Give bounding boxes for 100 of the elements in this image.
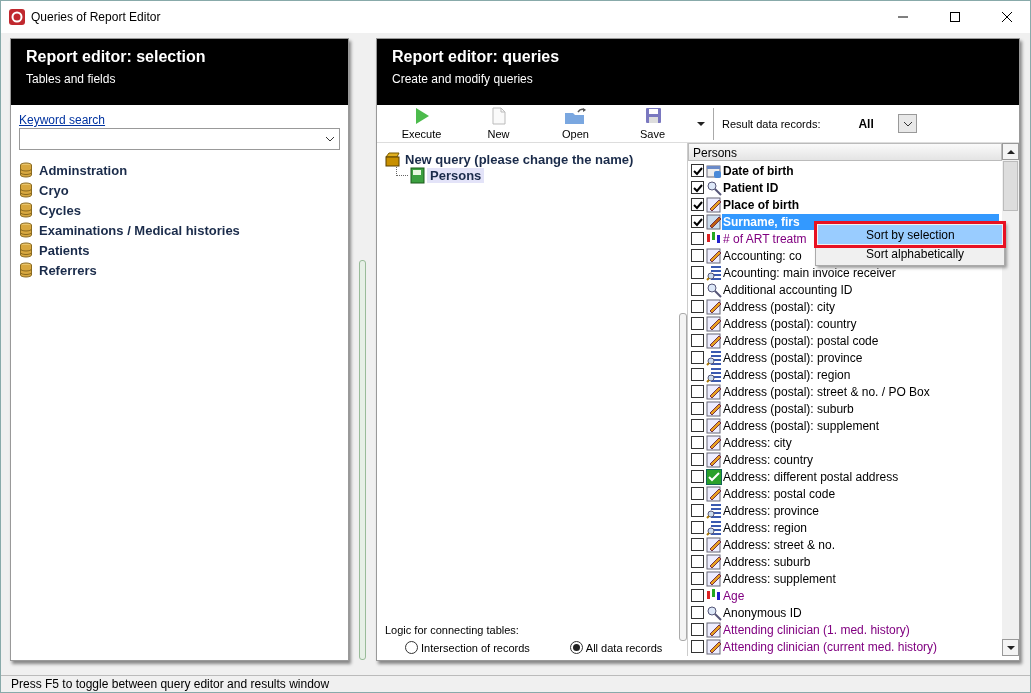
- checkbox[interactable]: [691, 266, 704, 279]
- toolbar-button[interactable]: Execute: [383, 105, 460, 142]
- checkbox[interactable]: [691, 436, 704, 449]
- scrollbar-thumb[interactable]: [1003, 161, 1018, 211]
- field-item[interactable]: Acounting: main invoice receiver: [722, 265, 897, 280]
- field-item[interactable]: Address (postal): city: [722, 299, 837, 314]
- search-field[interactable]: [19, 128, 340, 150]
- dropdown-button[interactable]: [898, 114, 918, 133]
- result-records-label: Result data records:: [722, 117, 821, 130]
- field-item[interactable]: Anonymous ID: [722, 605, 803, 620]
- field-item[interactable]: Additional accounting ID: [722, 282, 854, 297]
- pencil-icon: [706, 553, 722, 570]
- menu-item[interactable]: Sort alphabetically: [818, 245, 1002, 263]
- panel-subtitle: Create and modify queries: [392, 72, 534, 86]
- field-item[interactable]: Address: province: [722, 503, 821, 518]
- status-bar: Press F5 to toggle between query editor and results window: [1, 675, 1030, 692]
- splitter-handle[interactable]: [679, 313, 687, 641]
- checkmark-icon: [692, 216, 703, 227]
- splitter-handle[interactable]: [359, 259, 366, 660]
- field-item[interactable]: Address: region: [722, 520, 809, 535]
- scroll-up-button[interactable]: [1002, 143, 1019, 160]
- pencil-icon: [706, 315, 722, 332]
- toolbar-button[interactable]: Save: [614, 105, 691, 142]
- checkbox[interactable]: [691, 606, 704, 619]
- checkbox[interactable]: [691, 249, 704, 262]
- checkbox[interactable]: [691, 317, 704, 330]
- pencil-icon: [706, 383, 722, 400]
- checkbox[interactable]: [691, 555, 704, 568]
- table-item[interactable]: Cryo: [39, 182, 69, 198]
- checkbox[interactable]: [691, 181, 704, 194]
- pencil-icon: [706, 213, 722, 230]
- panel-subtitle: Tables and fields: [26, 72, 117, 86]
- checkbox[interactable]: [691, 215, 704, 228]
- field-item[interactable]: Address (postal): postal code: [722, 333, 880, 348]
- field-item[interactable]: Address: different postal address: [722, 469, 900, 484]
- checkbox[interactable]: [691, 453, 704, 466]
- field-item[interactable]: Address (postal): region: [722, 367, 852, 382]
- checkbox[interactable]: [691, 572, 704, 585]
- caret-down-icon: [1006, 645, 1015, 650]
- field-item[interactable]: Attending clinician (1. med. history): [722, 622, 911, 637]
- radio-option[interactable]: All data records: [569, 641, 663, 654]
- search-label[interactable]: Keyword search: [19, 113, 106, 127]
- tree-item[interactable]: Persons: [427, 168, 485, 183]
- list-search-icon: [706, 366, 722, 383]
- pencil-icon: [706, 570, 722, 587]
- caret-down-icon: [697, 121, 705, 126]
- toolbar-button[interactable]: New: [460, 105, 537, 142]
- checkbox[interactable]: [691, 589, 704, 602]
- field-item[interactable]: Address (postal): supplement: [722, 418, 881, 433]
- checkbox[interactable]: [691, 164, 704, 177]
- query-name[interactable]: New query (please change the name): [405, 151, 634, 167]
- radio-option[interactable]: Intersection of records: [405, 641, 530, 654]
- table-item[interactable]: Examinations / Medical histories: [39, 222, 240, 238]
- field-item[interactable]: Address (postal): suburb: [722, 401, 855, 416]
- checkbox[interactable]: [691, 351, 704, 364]
- field-item[interactable]: Address: country: [722, 452, 815, 467]
- toolbar-button[interactable]: Open: [537, 105, 614, 142]
- checkbox[interactable]: [691, 487, 704, 500]
- checkbox[interactable]: [691, 368, 704, 381]
- field-item[interactable]: Date of birth: [722, 163, 795, 178]
- pencil-icon: [706, 638, 722, 655]
- field-item[interactable]: Address: suburb: [722, 554, 812, 569]
- checkbox[interactable]: [691, 334, 704, 347]
- close-icon: [1001, 11, 1013, 23]
- checkbox[interactable]: [691, 300, 704, 313]
- table-item[interactable]: Adminstration: [39, 162, 128, 178]
- folder-icon: [563, 106, 588, 125]
- table-item[interactable]: Cycles: [39, 202, 81, 218]
- checkbox[interactable]: [691, 402, 704, 415]
- checkbox[interactable]: [691, 419, 704, 432]
- checkbox[interactable]: [691, 470, 704, 483]
- table-item[interactable]: Referrers: [39, 262, 97, 278]
- chevron-down-icon: [902, 120, 913, 127]
- checkbox[interactable]: [691, 385, 704, 398]
- field-item[interactable]: Place of birth: [722, 197, 800, 212]
- field-item[interactable]: Attending clinician (current med. history): [722, 639, 939, 654]
- pencil-icon: [706, 451, 722, 468]
- field-item[interactable]: Patient ID: [722, 180, 780, 195]
- field-item[interactable]: Address (postal): country: [722, 316, 858, 331]
- checkbox[interactable]: [691, 198, 704, 211]
- field-item[interactable]: Address (postal): street & no. / PO Box: [722, 384, 931, 399]
- field-item[interactable]: Address: postal code: [722, 486, 837, 501]
- scroll-down-button[interactable]: [1002, 639, 1019, 656]
- document-icon: [489, 106, 508, 125]
- field-item[interactable]: # of ART treatm: [722, 231, 808, 246]
- table-item[interactable]: Patients: [39, 242, 90, 258]
- field-item[interactable]: Address: city: [722, 435, 793, 450]
- field-item[interactable]: Address: supplement: [722, 571, 837, 586]
- field-item[interactable]: Accounting: co: [722, 248, 803, 263]
- checkbox[interactable]: [691, 538, 704, 551]
- checkbox[interactable]: [691, 504, 704, 517]
- magnifier-icon: [706, 179, 722, 196]
- checkbox[interactable]: [691, 623, 704, 636]
- field-item[interactable]: Age: [722, 588, 746, 603]
- checkbox[interactable]: [691, 640, 704, 653]
- field-item[interactable]: Address (postal): province: [722, 350, 864, 365]
- checkbox[interactable]: [691, 232, 704, 245]
- checkbox[interactable]: [691, 521, 704, 534]
- field-item[interactable]: Address: street & no.: [722, 537, 837, 552]
- checkbox[interactable]: [691, 283, 704, 296]
